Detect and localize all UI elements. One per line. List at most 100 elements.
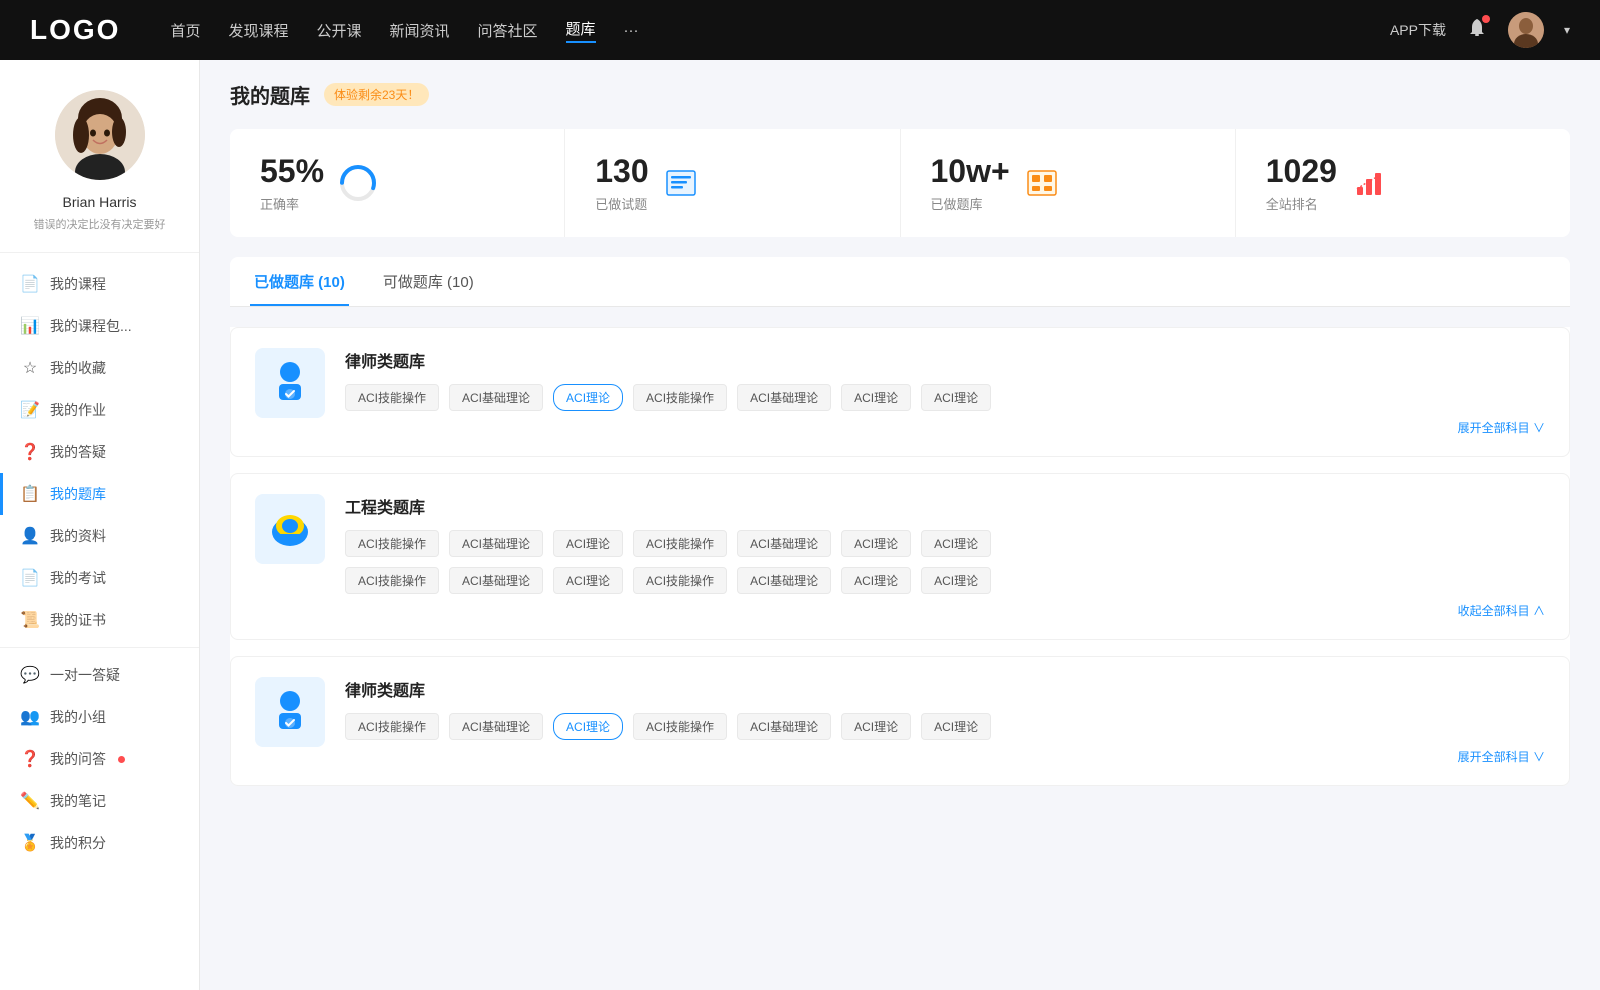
stat-accuracy: 55% 正确率 bbox=[230, 129, 565, 237]
tag-2b-5[interactable]: ACI理论 bbox=[841, 567, 911, 594]
stat-banks-label: 已做题库 bbox=[931, 194, 1010, 213]
sidebar-item-bank[interactable]: 📋 我的题库 bbox=[0, 473, 199, 515]
sidebar-item-group[interactable]: 👥 我的小组 bbox=[0, 696, 199, 738]
tag-1-3[interactable]: ACI技能操作 bbox=[633, 384, 727, 411]
tags-row-1: ACI技能操作 ACI基础理论 ACI理论 ACI技能操作 ACI基础理论 AC… bbox=[345, 384, 1545, 411]
tag-1-2[interactable]: ACI理论 bbox=[553, 384, 623, 411]
tag-1-1[interactable]: ACI基础理论 bbox=[449, 384, 543, 411]
expand-link-1[interactable]: 展开全部科目 ∨ bbox=[345, 419, 1545, 436]
points-icon: 🏅 bbox=[20, 833, 40, 853]
bank-card-lawyer-1: 律师类题库 ACI技能操作 ACI基础理论 ACI理论 ACI技能操作 ACI基… bbox=[230, 327, 1570, 457]
tag-3-0[interactable]: ACI技能操作 bbox=[345, 713, 439, 740]
profile-name: Brian Harris bbox=[63, 194, 137, 210]
stat-ranking-label: 全站排名 bbox=[1266, 194, 1337, 213]
nav-home[interactable]: 首页 bbox=[170, 20, 200, 41]
tag-3-5[interactable]: ACI理论 bbox=[841, 713, 911, 740]
nav-bank[interactable]: 题库 bbox=[566, 18, 596, 43]
sidebar-item-certificate[interactable]: 📜 我的证书 bbox=[0, 599, 199, 641]
stat-ranking-value: 1029 bbox=[1266, 153, 1337, 190]
tag-2-1[interactable]: ACI基础理论 bbox=[449, 530, 543, 557]
sidebar-item-label: 我的作业 bbox=[50, 400, 106, 420]
sidebar-item-course-package[interactable]: 📊 我的课程包... bbox=[0, 305, 199, 347]
tag-2-3[interactable]: ACI技能操作 bbox=[633, 530, 727, 557]
sidebar-item-label: 我的资料 bbox=[50, 526, 106, 546]
bank-card-lawyer-2: 律师类题库 ACI技能操作 ACI基础理论 ACI理论 ACI技能操作 ACI基… bbox=[230, 656, 1570, 786]
tag-1-4[interactable]: ACI基础理论 bbox=[737, 384, 831, 411]
bank-header-2: 工程类题库 ACI技能操作 ACI基础理论 ACI理论 ACI技能操作 ACI基… bbox=[255, 494, 1545, 619]
tag-2-2[interactable]: ACI理论 bbox=[553, 530, 623, 557]
bank-icon-lawyer-1 bbox=[255, 348, 325, 418]
tag-3-4[interactable]: ACI基础理论 bbox=[737, 713, 831, 740]
stat-done-value: 130 bbox=[595, 153, 648, 190]
bank-details-2: 工程类题库 ACI技能操作 ACI基础理论 ACI理论 ACI技能操作 ACI基… bbox=[345, 494, 1545, 619]
sidebar-item-notes[interactable]: ✏️ 我的笔记 bbox=[0, 780, 199, 822]
navbar: LOGO 首页 发现课程 公开课 新闻资讯 问答社区 题库 ··· APP下载 … bbox=[0, 0, 1600, 60]
tag-1-6[interactable]: ACI理论 bbox=[921, 384, 991, 411]
sidebar-item-label: 我的问答 bbox=[50, 749, 106, 769]
tag-2b-3[interactable]: ACI技能操作 bbox=[633, 567, 727, 594]
banks-container: 律师类题库 ACI技能操作 ACI基础理论 ACI理论 ACI技能操作 ACI基… bbox=[230, 327, 1570, 786]
user-menu-chevron[interactable]: ▾ bbox=[1564, 23, 1570, 37]
tag-3-2[interactable]: ACI理论 bbox=[553, 713, 623, 740]
sidebar-item-favorites[interactable]: ☆ 我的收藏 bbox=[0, 347, 199, 389]
divider bbox=[0, 647, 199, 648]
stat-banks-text: 10w+ 已做题库 bbox=[931, 153, 1010, 213]
sidebar-item-label: 我的笔记 bbox=[50, 791, 106, 811]
bank-header-1: 律师类题库 ACI技能操作 ACI基础理论 ACI理论 ACI技能操作 ACI基… bbox=[255, 348, 1545, 436]
sidebar-item-my-qa[interactable]: ❓ 我的答疑 bbox=[0, 431, 199, 473]
nav-discover[interactable]: 发现课程 bbox=[228, 20, 288, 41]
bank-details-3: 律师类题库 ACI技能操作 ACI基础理论 ACI理论 ACI技能操作 ACI基… bbox=[345, 677, 1545, 765]
expand-link-3[interactable]: 展开全部科目 ∨ bbox=[345, 748, 1545, 765]
tag-2b-6[interactable]: ACI理论 bbox=[921, 567, 991, 594]
sidebar-item-label: 我的收藏 bbox=[50, 358, 106, 378]
tag-1-5[interactable]: ACI理论 bbox=[841, 384, 911, 411]
stat-done-questions: 130 已做试题 bbox=[565, 129, 900, 237]
tag-2b-4[interactable]: ACI基础理论 bbox=[737, 567, 831, 594]
logo: LOGO bbox=[30, 14, 120, 46]
tag-3-1[interactable]: ACI基础理论 bbox=[449, 713, 543, 740]
nav-right: APP下载 ▾ bbox=[1390, 12, 1570, 48]
tab-available[interactable]: 可做题库 (10) bbox=[379, 257, 478, 306]
sidebar-item-label: 我的课程 bbox=[50, 274, 106, 294]
sidebar-item-points[interactable]: 🏅 我的积分 bbox=[0, 822, 199, 864]
notification-bell[interactable] bbox=[1466, 17, 1488, 44]
main-content: 我的题库 体验剩余23天！ 55% 正确率 130 已做试题 bbox=[200, 60, 1600, 990]
tag-2b-1[interactable]: ACI基础理论 bbox=[449, 567, 543, 594]
tags-row-3: ACI技能操作 ACI基础理论 ACI理论 ACI技能操作 ACI基础理论 AC… bbox=[345, 713, 1545, 740]
nav-news[interactable]: 新闻资讯 bbox=[390, 20, 450, 41]
sidebar-item-homework[interactable]: 📝 我的作业 bbox=[0, 389, 199, 431]
tag-2b-2[interactable]: ACI理论 bbox=[553, 567, 623, 594]
tab-done[interactable]: 已做题库 (10) bbox=[250, 257, 349, 306]
sidebar-item-label: 我的题库 bbox=[50, 484, 106, 504]
chat-icon: 💬 bbox=[20, 665, 40, 685]
collapse-link-2[interactable]: 收起全部科目 ∧ bbox=[345, 602, 1545, 619]
accuracy-circle-icon bbox=[338, 163, 378, 203]
sidebar-item-label: 我的证书 bbox=[50, 610, 106, 630]
user-avatar-nav[interactable] bbox=[1508, 12, 1544, 48]
tag-2-0[interactable]: ACI技能操作 bbox=[345, 530, 439, 557]
tags-row-2b: ACI技能操作 ACI基础理论 ACI理论 ACI技能操作 ACI基础理论 AC… bbox=[345, 567, 1545, 594]
nav-links: 首页 发现课程 公开课 新闻资讯 问答社区 题库 ··· bbox=[170, 18, 1360, 43]
stat-ranking: 1029 全站排名 bbox=[1236, 129, 1570, 237]
sidebar-item-my-course[interactable]: 📄 我的课程 bbox=[0, 263, 199, 305]
tag-1-0[interactable]: ACI技能操作 bbox=[345, 384, 439, 411]
tag-2-4[interactable]: ACI基础理论 bbox=[737, 530, 831, 557]
sidebar-item-profile[interactable]: 👤 我的资料 bbox=[0, 515, 199, 557]
tag-3-6[interactable]: ACI理论 bbox=[921, 713, 991, 740]
tag-2-5[interactable]: ACI理论 bbox=[841, 530, 911, 557]
nav-qa[interactable]: 问答社区 bbox=[478, 20, 538, 41]
app-download-link[interactable]: APP下载 bbox=[1390, 20, 1446, 40]
sidebar-item-questions[interactable]: ❓ 我的问答 bbox=[0, 738, 199, 780]
question-icon: ❓ bbox=[20, 749, 40, 769]
sidebar-item-exam[interactable]: 📄 我的考试 bbox=[0, 557, 199, 599]
tag-3-3[interactable]: ACI技能操作 bbox=[633, 713, 727, 740]
package-icon: 📊 bbox=[20, 316, 40, 336]
sidebar-menu: 📄 我的课程 📊 我的课程包... ☆ 我的收藏 📝 我的作业 ❓ 我的答疑 📋 bbox=[0, 253, 199, 874]
nav-open-course[interactable]: 公开课 bbox=[316, 20, 361, 41]
stat-accuracy-value: 55% bbox=[260, 153, 324, 190]
tag-2-6[interactable]: ACI理论 bbox=[921, 530, 991, 557]
bank-icon-lawyer-2 bbox=[255, 677, 325, 747]
tag-2b-0[interactable]: ACI技能操作 bbox=[345, 567, 439, 594]
nav-more[interactable]: ··· bbox=[624, 22, 639, 39]
sidebar-item-one-on-one[interactable]: 💬 一对一答疑 bbox=[0, 654, 199, 696]
